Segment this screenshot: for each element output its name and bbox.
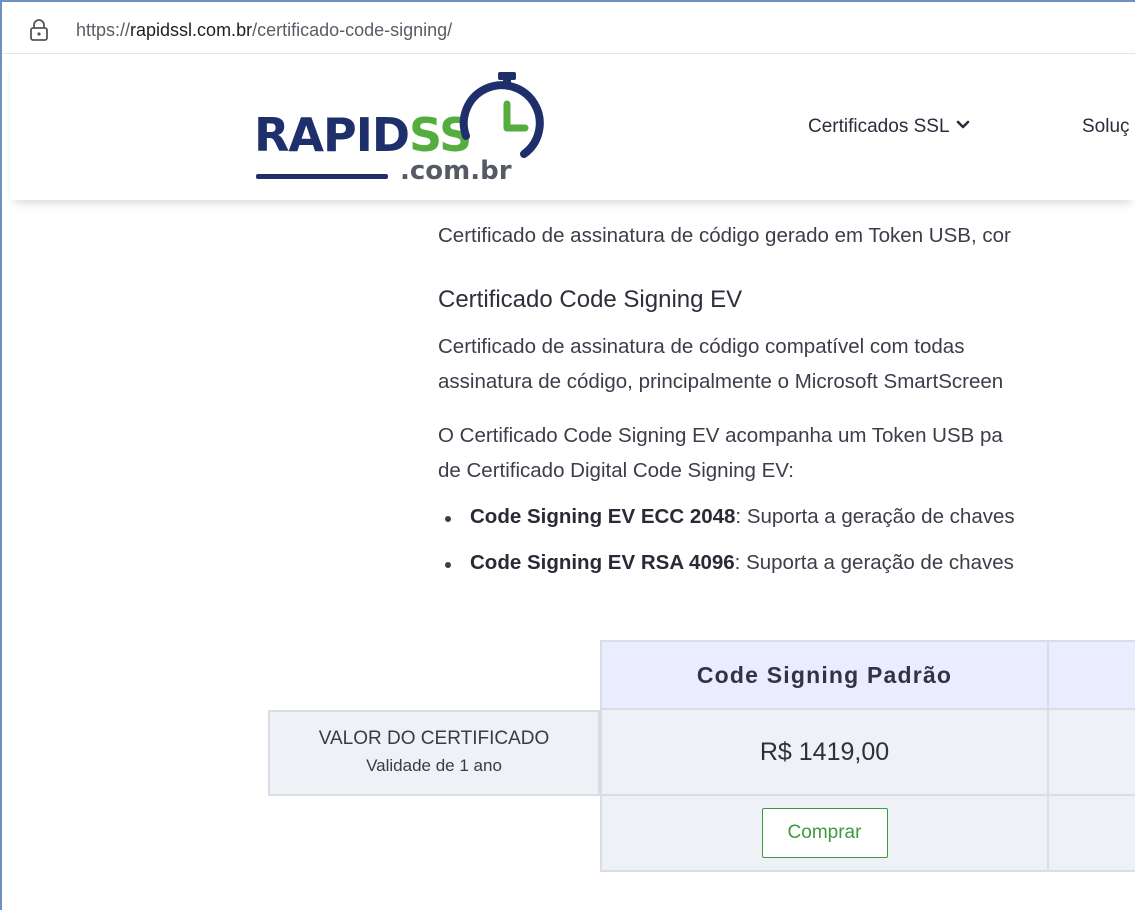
clock-logo-icon <box>459 72 544 158</box>
bullet-text: : Suporta a geração de chaves <box>735 505 1015 528</box>
buy-cell: Comprar <box>600 796 1049 872</box>
logo-tld: .com.br <box>400 156 512 186</box>
lock-icon <box>30 19 48 41</box>
price-row-validity: Validade de 1 ano <box>366 756 502 775</box>
url-scheme: https:// <box>76 20 131 40</box>
price-row-title: VALOR DO CERTIFICADO <box>318 728 550 749</box>
nav-certificados-ssl[interactable]: Certificados SSL <box>808 116 970 138</box>
url-host: rapidssl.com.br <box>130 20 253 40</box>
bullet-title: Code Signing EV ECC 2048 <box>470 505 736 528</box>
chevron-down-icon <box>956 120 969 129</box>
bullet-title: Code Signing EV RSA 4096 <box>470 551 735 574</box>
address-bar[interactable]: https://rapidssl.com.br/certificado-code… <box>2 2 1135 54</box>
price-row-label: VALOR DO CERTIFICADO Validade de 1 ano <box>268 710 600 796</box>
product-header: Code Signing Padrão <box>600 640 1049 710</box>
next-product-header <box>1049 640 1135 710</box>
price-value: R$ 1419,00 <box>600 710 1049 796</box>
logo-wordmark: RAPIDSS <box>254 108 472 162</box>
bullet-text: : Suporta a geração de chaves <box>734 551 1014 574</box>
url-path: /certificado-code-signing/ <box>252 20 453 40</box>
ev-token-line1: O Certificado Code Signing EV acompanha … <box>438 424 1003 447</box>
next-price-cell <box>1049 710 1135 796</box>
nav-solucoes[interactable]: Soluç <box>1082 116 1130 138</box>
ev-heading: Certificado Code Signing EV <box>438 286 743 313</box>
ev-token-line2: de Certificado Digital Code Signing EV: <box>438 459 794 482</box>
token-description: Certificado de assinatura de código gera… <box>438 224 1011 247</box>
site-header: RAPIDSS .com.br Certificados SSL Soluç <box>10 58 1135 200</box>
nav-certificados-label: Certificados SSL <box>808 116 950 137</box>
list-item: Code Signing EV ECC 2048: Suporta a gera… <box>445 505 1015 529</box>
ev-description-line2: assinatura de código, principalmente o M… <box>438 370 1004 393</box>
rapidssl-logo[interactable]: RAPIDSS .com.br <box>254 70 544 196</box>
next-buy-cell <box>1049 796 1135 872</box>
logo-underline <box>256 174 388 179</box>
list-item: Code Signing EV RSA 4096: Suporta a gera… <box>445 551 1014 575</box>
url-text[interactable]: https://rapidssl.com.br/certificado-code… <box>76 20 452 41</box>
ev-description-line1: Certificado de assinatura de código comp… <box>438 335 965 358</box>
buy-button[interactable]: Comprar <box>761 808 888 858</box>
